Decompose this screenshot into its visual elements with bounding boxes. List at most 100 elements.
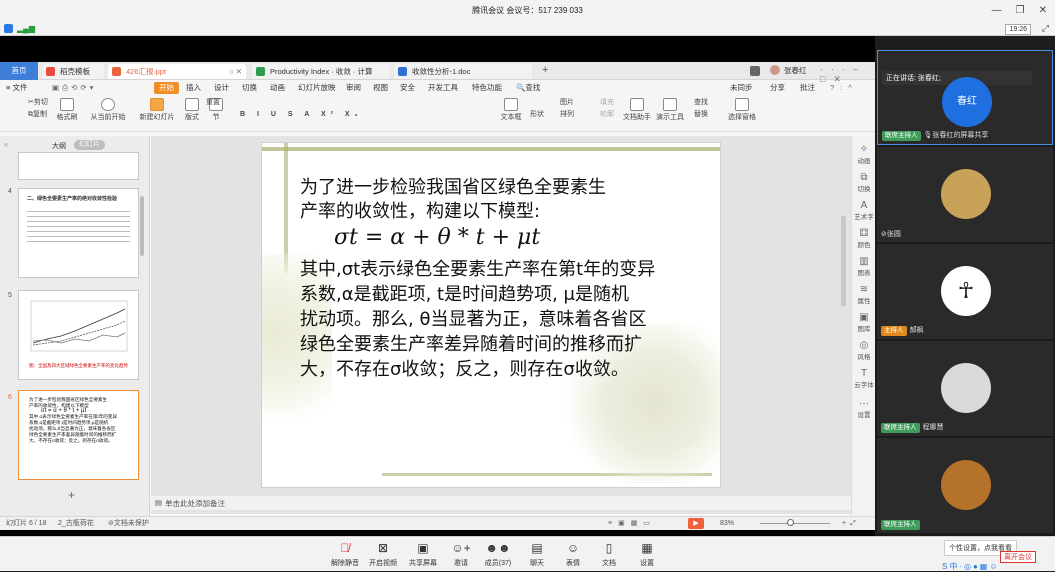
tool-transition[interactable]: ⧉ 切换 bbox=[852, 172, 876, 193]
menu-devtools[interactable]: 开发工具 bbox=[428, 80, 458, 96]
close-icon[interactable]: ○ ✕ bbox=[229, 64, 242, 79]
new-tab-button[interactable]: + bbox=[542, 64, 548, 76]
menu-start[interactable]: 开始 bbox=[154, 82, 179, 94]
menu-file[interactable]: ≡ 文件 bbox=[6, 80, 27, 96]
participant-tile[interactable]: 联席主持人 bbox=[877, 438, 1053, 533]
doc-assistant-button[interactable]: 文档助手 bbox=[622, 98, 652, 122]
reset-button[interactable]: 重置 bbox=[206, 98, 234, 107]
menu-design[interactable]: 设计 bbox=[214, 80, 229, 96]
participant-tile[interactable]: ☥ 主持人 郝枫 bbox=[877, 244, 1053, 339]
meeting-time: 19:26 bbox=[1005, 24, 1031, 35]
menu-slideshow[interactable]: 幻灯片放映 bbox=[298, 80, 336, 96]
cut-button[interactable]: ✂剪切 bbox=[28, 98, 48, 107]
theme-name[interactable]: 2_古瓶荷花 bbox=[58, 517, 94, 530]
textbox-button[interactable]: 文本框 bbox=[500, 98, 522, 122]
tool-style[interactable]: ◎ 风格 bbox=[852, 340, 876, 361]
documents-button[interactable]: ▯ 文档 bbox=[596, 541, 622, 568]
shape-button[interactable]: 形状 bbox=[526, 110, 548, 119]
participant-tile[interactable]: ⊘张圆 bbox=[877, 147, 1053, 242]
shield-icon[interactable] bbox=[4, 24, 13, 33]
outline-button[interactable]: 轮廓 bbox=[596, 110, 618, 119]
picture-button[interactable]: 图片 bbox=[556, 98, 578, 107]
menu-animation[interactable]: 动画 bbox=[270, 80, 285, 96]
tool-properties[interactable]: ≋ 属性 bbox=[852, 284, 876, 305]
tool-animation[interactable]: ✧ 动画 bbox=[852, 144, 876, 165]
tab-outline[interactable]: 大纲 bbox=[52, 141, 66, 151]
menu-insert[interactable]: 插入 bbox=[186, 80, 201, 96]
replace-button[interactable]: 替换 bbox=[690, 110, 712, 119]
minimize-button[interactable]: — bbox=[992, 0, 1002, 22]
add-slide-button[interactable]: + bbox=[68, 488, 75, 502]
tool-settings[interactable]: ··· 设置 bbox=[852, 398, 876, 419]
tool-chart[interactable]: ▥ 图表 bbox=[852, 256, 876, 277]
close-button[interactable]: ✕ bbox=[1039, 0, 1047, 22]
zoom-thumb[interactable] bbox=[787, 519, 794, 526]
tab-slides[interactable]: 幻灯片 bbox=[74, 140, 105, 150]
leave-meeting-button[interactable]: 离开会议 bbox=[1000, 551, 1036, 563]
quick-access-icons[interactable]: ▣⎙⟲⟳▾ bbox=[52, 80, 96, 96]
participant-tile[interactable]: 联席主持人 程娜慧 bbox=[877, 341, 1053, 436]
unmute-button[interactable]: 🎙̸ 解除静音 bbox=[330, 541, 360, 568]
menu-features[interactable]: 特色功能 bbox=[472, 80, 502, 96]
menu-transition[interactable]: 切换 bbox=[242, 80, 257, 96]
share-screen-button[interactable]: ▣ 共享屏幕 bbox=[408, 541, 438, 568]
zoom-slider[interactable] bbox=[760, 523, 830, 524]
tool-color[interactable]: ⚃ 颜色 bbox=[852, 228, 876, 249]
tab-home[interactable]: 首页 bbox=[0, 62, 38, 80]
slide-canvas[interactable]: 为了进一步检验我国省区绿色全要素生 产率的收敛性，构建以下模型: σt = α … bbox=[261, 142, 721, 488]
format-painter-button[interactable]: 格式刷 bbox=[56, 98, 78, 122]
fullscreen-icon[interactable]: ⤢ bbox=[1042, 23, 1049, 34]
menu-review[interactable]: 审阅 bbox=[346, 80, 361, 96]
copy-button[interactable]: ⧉复制 bbox=[28, 110, 47, 119]
comment-button[interactable]: 批注 bbox=[800, 80, 815, 96]
tab-template[interactable]: 稻壳模板 bbox=[42, 64, 104, 79]
share-button[interactable]: 分享 bbox=[770, 80, 785, 96]
brush-icon bbox=[60, 98, 74, 111]
tool-gallery[interactable]: ▣ 图库 bbox=[852, 312, 876, 333]
panel-scrollbar[interactable] bbox=[140, 196, 144, 256]
slide-thumbnail-5[interactable]: 图：全国及四大区域绿色全要素生产率的变化趋势 bbox=[18, 290, 139, 380]
find-button[interactable]: 查找 bbox=[690, 98, 712, 107]
slide-thumbnail-4[interactable]: 二、绿色全要素生产率的绝对收敛性检验 bbox=[18, 188, 139, 278]
menu-view[interactable]: 视图 bbox=[373, 80, 388, 96]
font-style-buttons[interactable]: B I U S A X² X₂ bbox=[240, 110, 363, 119]
members-button[interactable]: ☻☻ 成员(37) bbox=[482, 541, 514, 568]
view-buttons[interactable]: ≡▣▦▭ bbox=[608, 517, 656, 530]
help-icons[interactable]: ?:^ bbox=[830, 80, 858, 96]
tool-wordart[interactable]: A 艺术字 bbox=[852, 200, 876, 221]
new-slide-button[interactable]: 新建幻灯片 bbox=[138, 98, 176, 122]
arrange-button[interactable]: 排列 bbox=[556, 110, 578, 119]
chat-button[interactable]: ▤ 聊天 bbox=[524, 541, 550, 568]
tab-excel[interactable]: Productivity Index · 收敛 · 计算 bbox=[252, 64, 390, 79]
play-button[interactable]: ▶ bbox=[688, 518, 704, 529]
avatar[interactable] bbox=[770, 65, 780, 75]
invite-button[interactable]: ☺+ 邀请 bbox=[446, 541, 476, 568]
tab-doc[interactable]: 收敛性分析-1.doc bbox=[394, 64, 532, 79]
presentation-tools-button[interactable]: 演示工具 bbox=[655, 98, 685, 122]
tab-ppt[interactable]: 426汇报.ppt ○ ✕ bbox=[108, 64, 246, 79]
restore-button[interactable]: ❐ bbox=[1016, 0, 1025, 22]
editor-scrollbar[interactable] bbox=[841, 216, 846, 306]
sync-status[interactable]: 未同步 bbox=[730, 80, 753, 96]
zoom-level[interactable]: 83% bbox=[720, 517, 734, 530]
notes-area[interactable]: ▤ 单击此处添加备注 bbox=[151, 496, 851, 510]
user-name[interactable]: 张春红 bbox=[784, 65, 807, 76]
layout-icon[interactable] bbox=[750, 66, 760, 76]
selection-pane-button[interactable]: 选择窗格 bbox=[725, 98, 759, 122]
menu-security[interactable]: 安全 bbox=[400, 80, 415, 96]
search-menu[interactable]: 🔍查找 bbox=[516, 80, 540, 96]
play-from-current-button[interactable]: 从当前开始 bbox=[88, 98, 128, 122]
slide-thumbnail-6[interactable]: 为了进一步检验我国省区绿色全要素生 产率的收敛性，构建以下模型 σt = α +… bbox=[18, 390, 139, 480]
settings-button[interactable]: ▦ 设置 bbox=[634, 541, 660, 568]
tray-icons[interactable]: S中·◎●▦☺ bbox=[942, 561, 1000, 572]
emoji-button[interactable]: ☺ 表情 bbox=[560, 541, 586, 568]
participant-tile[interactable]: 正在讲话: 张春红; 春红 联席主持人 🎙张春红的屏幕共享 bbox=[877, 50, 1053, 145]
collapse-icon[interactable]: « bbox=[4, 140, 8, 149]
protect-status[interactable]: ⊘文档未保护 bbox=[108, 517, 149, 530]
fill-button[interactable]: 填充 bbox=[596, 98, 618, 107]
start-video-button[interactable]: ⊠ 开启视频 bbox=[368, 541, 398, 568]
tool-cloud-font[interactable]: T 云字体 bbox=[852, 368, 876, 389]
layout-button[interactable]: 版式 bbox=[182, 98, 202, 122]
slide-thumbnail-3[interactable] bbox=[18, 152, 139, 180]
fit-buttons[interactable]: +⤢ bbox=[842, 517, 860, 530]
